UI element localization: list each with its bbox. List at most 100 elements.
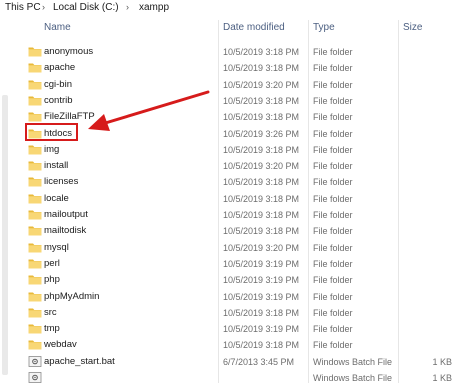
file-row[interactable]: locale 10/5/2019 3:18 PM File folder — [22, 191, 474, 207]
file-row[interactable]: mailtodisk 10/5/2019 3:18 PM File folder — [22, 223, 474, 239]
file-name: tmp — [44, 323, 60, 335]
folder-icon — [28, 307, 42, 318]
file-name: mailtodisk — [44, 225, 87, 237]
folder-icon — [28, 144, 42, 155]
file-date-modified: 10/5/2019 3:20 PM — [223, 242, 300, 253]
file-name: install — [44, 160, 69, 172]
file-row[interactable]: phpMyAdmin 10/5/2019 3:19 PM File folder — [22, 289, 474, 305]
file-date-modified: 10/5/2019 3:18 PM — [223, 193, 300, 204]
file-name: locale — [44, 192, 69, 204]
file-type: File folder — [313, 95, 353, 106]
column-header-type[interactable]: Type — [313, 22, 335, 38]
file-name: cgi-bin — [44, 78, 72, 90]
file-row[interactable]: src 10/5/2019 3:18 PM File folder — [22, 305, 474, 321]
file-date-modified: 10/5/2019 3:18 PM — [223, 112, 300, 123]
folder-icon — [28, 176, 42, 187]
breadcrumb-this-pc[interactable]: This PC — [5, 2, 41, 13]
file-explorer-window: This PC › Local Disk (C:) › xampp Name D… — [0, 0, 474, 383]
file-type: File folder — [313, 242, 353, 253]
file-row[interactable]: mailoutput 10/5/2019 3:18 PM File folder — [22, 207, 474, 223]
file-name: mailoutput — [44, 209, 88, 220]
file-name: apache — [44, 62, 76, 74]
file-name: anonymous — [44, 46, 94, 57]
file-row[interactable]: apache_start.bat 6/7/2013 3:45 PM Windows … — [22, 354, 474, 370]
file-name: licenses — [44, 176, 79, 188]
file-row[interactable]: img 10/5/2019 3:18 PM File folder — [22, 142, 474, 158]
file-name: perl — [44, 257, 60, 269]
file-date-modified: 10/5/2019 3:18 PM — [223, 340, 300, 351]
file-date-modified: 10/5/2019 3:19 PM — [223, 324, 300, 335]
folder-icon — [28, 62, 42, 73]
file-type: File folder — [313, 128, 353, 139]
file-name: src — [44, 306, 57, 318]
file-date-modified: 10/5/2019 3:18 PM — [223, 210, 300, 220]
folder-icon — [28, 291, 42, 302]
file-type: File folder — [313, 47, 353, 57]
breadcrumb-xampp[interactable]: xampp — [139, 2, 169, 13]
batch-file-icon — [28, 355, 42, 367]
file-type: File folder — [313, 210, 353, 220]
file-name: mysql — [44, 241, 69, 253]
folder-icon — [28, 160, 42, 171]
file-type: File folder — [313, 291, 353, 302]
file-name: img — [44, 143, 60, 155]
file-row[interactable]: perl 10/5/2019 3:19 PM File folder — [22, 256, 474, 272]
nav-scrollbar[interactable] — [2, 95, 8, 375]
folder-icon — [28, 339, 42, 350]
file-type: File folder — [313, 63, 353, 74]
file-type: Windows Batch File — [313, 373, 393, 383]
file-date-modified: 10/5/2019 3:19 PM — [223, 275, 300, 286]
file-type: File folder — [313, 112, 353, 123]
file-type: File folder — [313, 144, 353, 155]
file-type: File folder — [313, 177, 353, 188]
folder-icon — [28, 79, 42, 90]
file-type: Windows Batch File — [313, 356, 393, 367]
file-row[interactable]: htdocs 10/5/2019 3:26 PM File folder — [22, 126, 474, 142]
file-type: File folder — [313, 79, 353, 90]
file-row[interactable]: contrib 10/5/2019 3:18 PM File folder — [22, 93, 474, 109]
file-row[interactable]: tmp 10/5/2019 3:19 PM File folder — [22, 321, 474, 337]
file-date-modified: 10/5/2019 3:18 PM — [223, 95, 300, 106]
file-date-modified: 10/5/2019 3:19 PM — [223, 291, 300, 302]
file-type: File folder — [313, 340, 353, 351]
file-name: phpMyAdmin — [44, 290, 100, 302]
folder-icon — [28, 242, 42, 253]
file-row[interactable]: anonymous 10/5/2019 3:18 PM File folder — [22, 44, 474, 60]
column-header-date-modified[interactable]: Date modified — [223, 22, 285, 38]
file-name: webdav — [44, 339, 77, 351]
file-type: File folder — [313, 226, 353, 237]
column-header-name[interactable]: Name — [44, 22, 71, 38]
folder-icon — [28, 46, 42, 57]
folder-icon — [28, 193, 42, 204]
file-row[interactable]: Windows Batch File 1 KB — [22, 370, 474, 383]
file-row[interactable]: cgi-bin 10/5/2019 3:20 PM File folder — [22, 77, 474, 93]
file-date-modified: 10/5/2019 3:18 PM — [223, 226, 300, 237]
file-row[interactable]: mysql 10/5/2019 3:20 PM File folder — [22, 240, 474, 256]
file-date-modified: 10/5/2019 3:20 PM — [223, 161, 300, 172]
column-header-size[interactable]: Size — [403, 22, 422, 38]
file-row[interactable]: install 10/5/2019 3:20 PM File folder — [22, 158, 474, 174]
file-row[interactable]: webdav 10/5/2019 3:18 PM File folder — [22, 337, 474, 353]
highlight-box — [25, 123, 78, 141]
file-row[interactable]: licenses 10/5/2019 3:18 PM File folder — [22, 174, 474, 190]
chevron-right-icon[interactable]: › — [126, 2, 129, 12]
file-row[interactable]: apache 10/5/2019 3:18 PM File folder — [22, 60, 474, 76]
file-date-modified: 10/5/2019 3:18 PM — [223, 307, 300, 318]
file-name: php — [44, 274, 60, 286]
file-date-modified: 10/5/2019 3:18 PM — [223, 177, 300, 188]
breadcrumb: This PC › Local Disk (C:) › xampp — [0, 0, 474, 16]
file-date-modified: 6/7/2013 3:45 PM — [223, 356, 295, 367]
folder-icon — [28, 95, 42, 106]
file-type: File folder — [313, 258, 353, 269]
breadcrumb-local-disk[interactable]: Local Disk (C:) — [53, 2, 119, 13]
chevron-right-icon[interactable]: › — [42, 2, 45, 12]
file-date-modified: 10/5/2019 3:18 PM — [223, 63, 300, 74]
folder-icon — [28, 209, 42, 220]
folder-icon — [28, 258, 42, 269]
folder-icon — [28, 225, 42, 236]
file-date-modified: 10/5/2019 3:18 PM — [223, 47, 300, 57]
file-row[interactable]: FileZillaFTP 10/5/2019 3:18 PM File folder — [22, 109, 474, 125]
folder-icon — [28, 111, 42, 122]
file-type: File folder — [313, 161, 353, 172]
file-row[interactable]: php 10/5/2019 3:19 PM File folder — [22, 272, 474, 288]
